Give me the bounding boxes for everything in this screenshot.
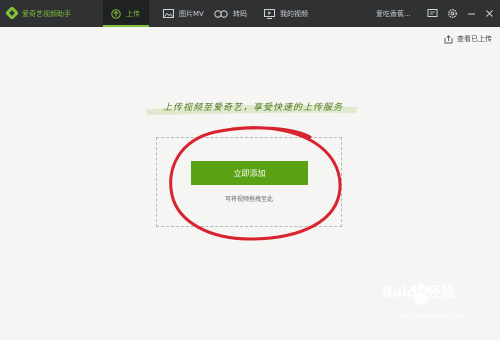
drag-hint: 可将视频拖拽至此 [224,196,273,203]
app-logo-icon [6,7,18,19]
upload-icon [111,8,121,19]
feedback-icon[interactable] [427,8,438,19]
my-videos-icon [264,8,275,19]
watermark-url: jingyan.baidu.com [400,312,465,320]
app-title: 爱奇艺视频助手 [22,10,71,18]
user-name[interactable]: 爱吃香蕉... [376,9,411,19]
transcode-icon [214,9,228,18]
export-icon [444,34,453,43]
view-uploaded-label: 查看已上传 [457,35,492,43]
watermark-text: Baidu经验 [382,285,455,301]
slogan-text: 上传视频至爱奇艺，享受快速的上传服务 [162,103,343,113]
tab-transcode[interactable]: 转码 [206,0,255,27]
close-icon[interactable] [484,8,495,19]
tab-my-videos-label: 我的视频 [280,9,308,18]
tab-upload[interactable]: 上传 [103,0,149,27]
tab-photo-mv[interactable]: 图片MV [155,0,212,27]
photo-mv-icon [163,9,174,18]
tab-upload-label: 上传 [126,9,140,18]
title-bar: 爱奇艺视频助手 上传 图片MV 转码 我的视频 爱吃香蕉... [0,0,500,27]
add-now-button[interactable]: 立即添加 [191,161,308,185]
tab-my-videos[interactable]: 我的视频 [256,0,316,27]
tab-photo-mv-label: 图片MV [179,9,204,18]
slogan-banner: 上传视频至爱奇艺，享受快速的上传服务 [144,97,362,117]
minimize-icon[interactable] [466,8,477,19]
baidu-watermark: Baidu经验 jingyan.baidu.com [382,282,494,332]
tab-transcode-label: 转码 [233,9,247,18]
settings-icon[interactable] [447,8,458,19]
view-uploaded-link[interactable]: 查看已上传 [444,34,492,44]
